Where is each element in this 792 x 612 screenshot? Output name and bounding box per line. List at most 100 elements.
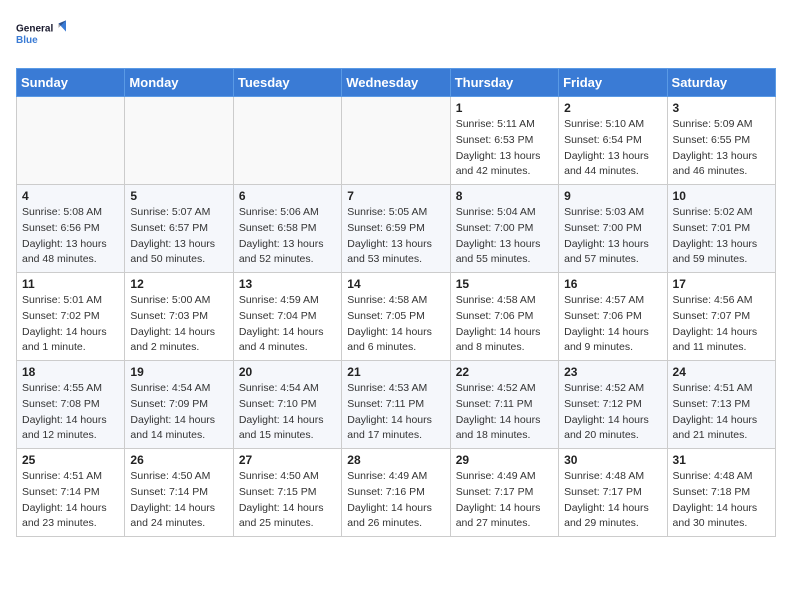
header-wednesday: Wednesday [342,69,450,97]
header-monday: Monday [125,69,233,97]
cell-1-5: 9 Sunrise: 5:03 AM Sunset: 7:00 PM Daylig… [559,185,667,273]
cell-info: Sunrise: 5:08 AM Sunset: 6:56 PM Dayligh… [22,205,119,268]
svg-text:Blue: Blue [16,35,38,46]
cell-1-0: 4 Sunrise: 5:08 AM Sunset: 6:56 PM Daylig… [17,185,125,273]
day-number: 24 [673,365,770,379]
cell-info: Sunrise: 4:51 AM Sunset: 7:13 PM Dayligh… [673,381,770,444]
cell-4-1: 26 Sunrise: 4:50 AM Sunset: 7:14 PM Dayli… [125,449,233,537]
cell-1-6: 10Sunrise: 5:02 AM Sunset: 7:01 PM Dayli… [667,185,775,273]
day-number: 12 [130,277,227,291]
day-number: 20 [239,365,336,379]
cell-3-4: 22 Sunrise: 4:52 AM Sunset: 7:11 PM Dayli… [450,361,558,449]
day-number: 13 [239,277,336,291]
cell-2-5: 16Sunrise: 4:57 AM Sunset: 7:06 PM Dayli… [559,273,667,361]
day-number: 30 [564,453,661,467]
day-number: 1 [456,101,553,115]
logo: General Blue [16,16,66,56]
calendar-table: SundayMondayTuesdayWednesdayThursdayFrid… [16,68,776,537]
cell-4-0: 25 Sunrise: 4:51 AM Sunset: 7:14 PM Dayli… [17,449,125,537]
cell-info: Sunrise: 4:56 AM Sunset: 7:07 PM Dayligh… [673,293,770,356]
cell-0-4: 1 Sunrise: 5:11 AM Sunset: 6:53 PM Daylig… [450,97,558,185]
cell-2-4: 15 Sunrise: 4:58 AM Sunset: 7:06 PM Dayli… [450,273,558,361]
cell-info: Sunrise: 5:05 AM Sunset: 6:59 PM Dayligh… [347,205,444,268]
day-number: 14 [347,277,444,291]
day-number: 29 [456,453,553,467]
day-number: 18 [22,365,119,379]
cell-info: Sunrise: 4:54 AM Sunset: 7:09 PM Dayligh… [130,381,227,444]
day-number: 19 [130,365,227,379]
week-row-2: 4 Sunrise: 5:08 AM Sunset: 6:56 PM Daylig… [17,185,776,273]
cell-info: Sunrise: 5:03 AM Sunset: 7:00 PM Dayligh… [564,205,661,268]
day-number: 4 [22,189,119,203]
day-number: 17 [673,277,770,291]
cell-info: Sunrise: 4:50 AM Sunset: 7:15 PM Dayligh… [239,469,336,532]
cell-info: Sunrise: 4:52 AM Sunset: 7:11 PM Dayligh… [456,381,553,444]
day-number: 22 [456,365,553,379]
day-number: 9 [564,189,661,203]
cell-0-6: 3Sunrise: 5:09 AM Sunset: 6:55 PM Daylig… [667,97,775,185]
cell-info: Sunrise: 5:01 AM Sunset: 7:02 PM Dayligh… [22,293,119,356]
header-sunday: Sunday [17,69,125,97]
svg-text:General: General [16,24,53,35]
cell-info: Sunrise: 4:48 AM Sunset: 7:18 PM Dayligh… [673,469,770,532]
cell-3-0: 18 Sunrise: 4:55 AM Sunset: 7:08 PM Dayli… [17,361,125,449]
cell-2-3: 14 Sunrise: 4:58 AM Sunset: 7:05 PM Dayli… [342,273,450,361]
cell-4-2: 27 Sunrise: 4:50 AM Sunset: 7:15 PM Dayli… [233,449,341,537]
day-number: 25 [22,453,119,467]
cell-2-2: 13 Sunrise: 4:59 AM Sunset: 7:04 PM Dayli… [233,273,341,361]
cell-3-1: 19 Sunrise: 4:54 AM Sunset: 7:09 PM Dayli… [125,361,233,449]
cell-1-1: 5Sunrise: 5:07 AM Sunset: 6:57 PM Daylig… [125,185,233,273]
cell-info: Sunrise: 4:49 AM Sunset: 7:17 PM Dayligh… [456,469,553,532]
cell-info: Sunrise: 4:58 AM Sunset: 7:06 PM Dayligh… [456,293,553,356]
cell-4-5: 30 Sunrise: 4:48 AM Sunset: 7:17 PM Dayli… [559,449,667,537]
day-number: 2 [564,101,661,115]
cell-info: Sunrise: 5:04 AM Sunset: 7:00 PM Dayligh… [456,205,553,268]
header-thursday: Thursday [450,69,558,97]
cell-4-4: 29 Sunrise: 4:49 AM Sunset: 7:17 PM Dayli… [450,449,558,537]
cell-2-1: 12 Sunrise: 5:00 AM Sunset: 7:03 PM Dayli… [125,273,233,361]
cell-info: Sunrise: 4:50 AM Sunset: 7:14 PM Dayligh… [130,469,227,532]
week-row-3: 11 Sunrise: 5:01 AM Sunset: 7:02 PM Dayli… [17,273,776,361]
day-number: 28 [347,453,444,467]
day-number: 3 [673,101,770,115]
cell-info: Sunrise: 4:51 AM Sunset: 7:14 PM Dayligh… [22,469,119,532]
day-number: 27 [239,453,336,467]
day-number: 21 [347,365,444,379]
day-number: 11 [22,277,119,291]
cell-info: Sunrise: 4:55 AM Sunset: 7:08 PM Dayligh… [22,381,119,444]
cell-3-5: 23Sunrise: 4:52 AM Sunset: 7:12 PM Dayli… [559,361,667,449]
cell-info: Sunrise: 5:00 AM Sunset: 7:03 PM Dayligh… [130,293,227,356]
cell-0-3 [342,97,450,185]
day-number: 7 [347,189,444,203]
cell-0-1 [125,97,233,185]
cell-1-4: 8Sunrise: 5:04 AM Sunset: 7:00 PM Daylig… [450,185,558,273]
cell-1-2: 6Sunrise: 5:06 AM Sunset: 6:58 PM Daylig… [233,185,341,273]
header-saturday: Saturday [667,69,775,97]
day-number: 26 [130,453,227,467]
cell-0-5: 2Sunrise: 5:10 AM Sunset: 6:54 PM Daylig… [559,97,667,185]
cell-3-2: 20 Sunrise: 4:54 AM Sunset: 7:10 PM Dayli… [233,361,341,449]
cell-0-0 [17,97,125,185]
cell-info: Sunrise: 4:58 AM Sunset: 7:05 PM Dayligh… [347,293,444,356]
cell-info: Sunrise: 4:53 AM Sunset: 7:11 PM Dayligh… [347,381,444,444]
cell-4-3: 28 Sunrise: 4:49 AM Sunset: 7:16 PM Dayli… [342,449,450,537]
week-row-1: 1 Sunrise: 5:11 AM Sunset: 6:53 PM Daylig… [17,97,776,185]
cell-info: Sunrise: 4:52 AM Sunset: 7:12 PM Dayligh… [564,381,661,444]
week-row-4: 18 Sunrise: 4:55 AM Sunset: 7:08 PM Dayli… [17,361,776,449]
cell-info: Sunrise: 4:59 AM Sunset: 7:04 PM Dayligh… [239,293,336,356]
cell-info: Sunrise: 5:11 AM Sunset: 6:53 PM Dayligh… [456,117,553,180]
week-row-5: 25 Sunrise: 4:51 AM Sunset: 7:14 PM Dayli… [17,449,776,537]
cell-info: Sunrise: 4:48 AM Sunset: 7:17 PM Dayligh… [564,469,661,532]
day-number: 6 [239,189,336,203]
cell-info: Sunrise: 4:54 AM Sunset: 7:10 PM Dayligh… [239,381,336,444]
cell-1-3: 7 Sunrise: 5:05 AM Sunset: 6:59 PM Daylig… [342,185,450,273]
day-number: 16 [564,277,661,291]
cell-0-2 [233,97,341,185]
cell-2-6: 17 Sunrise: 4:56 AM Sunset: 7:07 PM Dayli… [667,273,775,361]
logo-bird-icon: General Blue [16,16,66,56]
cell-info: Sunrise: 5:07 AM Sunset: 6:57 PM Dayligh… [130,205,227,268]
cell-3-3: 21 Sunrise: 4:53 AM Sunset: 7:11 PM Dayli… [342,361,450,449]
day-number: 15 [456,277,553,291]
day-number: 31 [673,453,770,467]
cell-info: Sunrise: 4:49 AM Sunset: 7:16 PM Dayligh… [347,469,444,532]
